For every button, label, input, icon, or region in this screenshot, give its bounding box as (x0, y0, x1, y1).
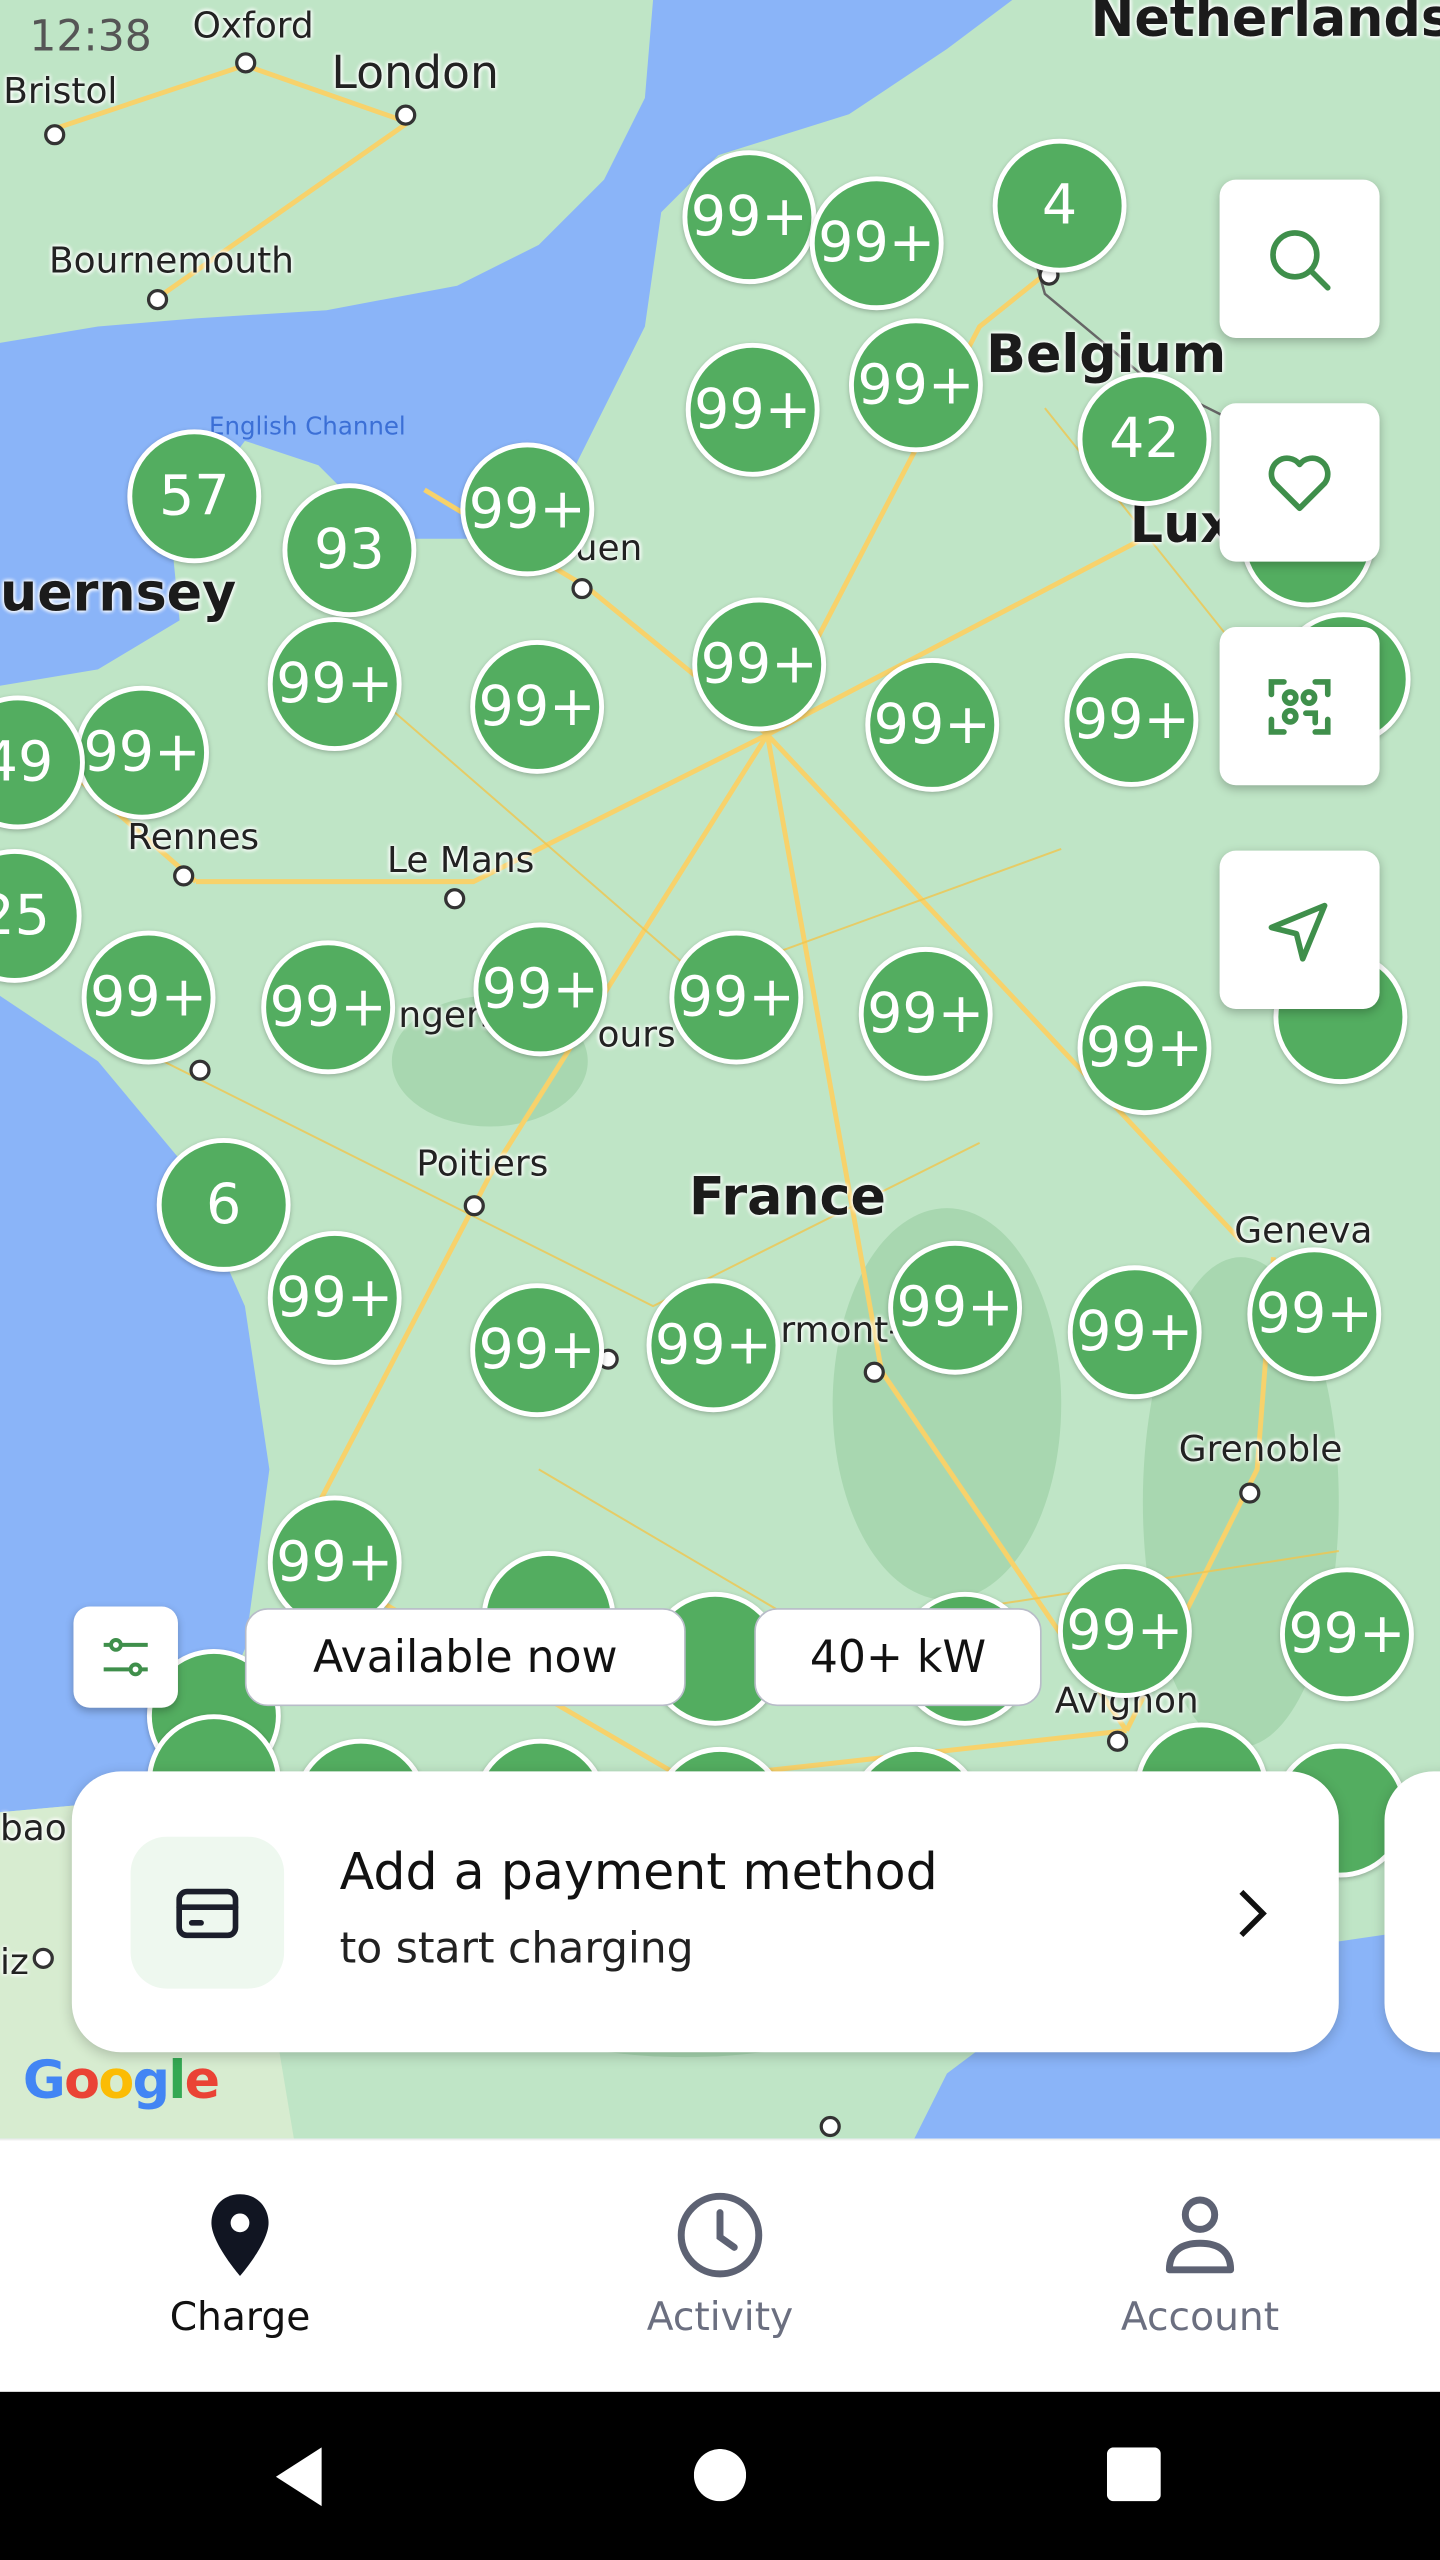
map-cluster[interactable]: 99+ (809, 176, 944, 311)
payment-card-subtitle: to start charging (339, 1924, 694, 1974)
home-icon[interactable] (693, 2448, 747, 2502)
qr-scan-icon (1268, 678, 1331, 734)
map-label-bao: bao (0, 1808, 67, 1850)
map-label-london: London (331, 45, 500, 100)
map-label-geneva: Geneva (1234, 1211, 1373, 1253)
payment-card[interactable]: Add a payment method to start charging (71, 1771, 1339, 2053)
map-cluster[interactable]: 99+ (669, 930, 804, 1065)
city-dot (444, 888, 466, 910)
map-label-poitiers: Poitiers (416, 1144, 549, 1186)
map-cluster[interactable]: 4 (992, 138, 1127, 273)
map-label-rmont-: rmont- (780, 1311, 902, 1352)
map-cluster[interactable]: 99+ (1279, 1567, 1414, 1702)
scan-button[interactable] (1219, 626, 1380, 786)
map-label-oxford: Oxford (192, 6, 314, 48)
payment-card-title: Add a payment method (339, 1843, 938, 1903)
map-cluster[interactable]: 99+ (1247, 1247, 1382, 1382)
map-cluster[interactable]: 99+ (261, 940, 396, 1075)
city-dot (863, 1361, 885, 1383)
map-cluster[interactable]: 99+ (460, 442, 595, 577)
city-dot (1106, 1730, 1129, 1752)
recents-icon[interactable] (1106, 2447, 1161, 2502)
payment-icon-box (130, 1836, 285, 1989)
map-cluster[interactable]: 99+ (1067, 1265, 1202, 1400)
city-dot (463, 1195, 485, 1217)
map-pin-icon (211, 2194, 269, 2276)
map-cluster[interactable]: 99+ (888, 1240, 1023, 1375)
map-cluster[interactable]: 99+ (81, 930, 216, 1065)
map-cluster[interactable]: 99+ (1057, 1564, 1192, 1698)
city-dot (44, 124, 66, 146)
map-label-bournemouth: Bournemouth (48, 241, 294, 283)
city-dot (32, 1947, 54, 1969)
filters-button[interactable] (73, 1606, 178, 1708)
city-dot (571, 577, 593, 600)
system-nav-bar (0, 2391, 1440, 2560)
chip-available-now[interactable]: Available now (244, 1608, 686, 1707)
nav-activity-label: Activity (646, 2293, 794, 2340)
user-icon (1165, 2196, 1235, 2274)
nav-charge[interactable]: Charge (0, 2140, 480, 2393)
map-cluster[interactable]: 99+ (1064, 653, 1199, 787)
map-label-uernsey: uernsey (0, 561, 237, 624)
map-label-bristol: Bristol (3, 71, 118, 113)
map-cluster[interactable]: 99+ (470, 639, 605, 774)
city-dot (146, 288, 169, 311)
map-cluster[interactable]: 99+ (865, 657, 1000, 792)
google-logo: Google (22, 2048, 220, 2112)
city-dot (1239, 1482, 1261, 1504)
status-time: 12:38 (29, 13, 152, 63)
map-label-grenoble: Grenoble (1178, 1430, 1343, 1472)
chevron-right-icon (1239, 1889, 1267, 1938)
city-dot (173, 865, 195, 887)
city-dot (235, 52, 257, 74)
map-cluster[interactable]: 99+ (685, 342, 820, 477)
map-cluster[interactable]: 99+ (682, 150, 817, 285)
map-cluster[interactable]: 99+ (646, 1278, 781, 1413)
map-cluster[interactable]: 99+ (692, 597, 827, 732)
map-cluster[interactable]: 99+ (473, 922, 608, 1057)
favorites-button[interactable] (1219, 403, 1380, 562)
sliders-icon (103, 1638, 148, 1677)
city-dot (189, 1059, 211, 1081)
locate-button[interactable] (1219, 850, 1380, 1009)
map-cluster[interactable]: 99+ (267, 617, 402, 752)
bottom-nav: Charge Activity Account (0, 2138, 1440, 2394)
map-cluster[interactable]: 99+ (1077, 981, 1212, 1116)
map-cluster[interactable]: 42 (1077, 372, 1212, 507)
nav-activity[interactable]: Activity (480, 2140, 960, 2393)
search-button[interactable] (1219, 179, 1380, 338)
clock-icon (677, 2192, 763, 2278)
map-label-le-mans: Le Mans (386, 840, 535, 882)
search-icon (1270, 229, 1331, 290)
next-card-peek[interactable] (1384, 1771, 1440, 2053)
heart-icon (1268, 454, 1331, 511)
map-cluster[interactable]: 99+ (75, 685, 209, 820)
credit-card-icon (176, 1887, 239, 1938)
map-cluster[interactable]: 99+ (267, 1231, 402, 1365)
map-cluster[interactable]: 57 (127, 429, 262, 564)
map-cluster[interactable]: 6 (156, 1137, 291, 1272)
map-label-ours: ours (597, 1015, 676, 1057)
navigation-arrow-icon (1268, 901, 1328, 961)
map-cluster[interactable]: 93 (282, 483, 417, 618)
nav-account[interactable]: Account (960, 2140, 1440, 2393)
chip-40kw[interactable]: 40+ kW (754, 1608, 1042, 1707)
nav-charge-label: Charge (169, 2293, 311, 2340)
map-label-france: France (688, 1165, 886, 1228)
city-dot (395, 104, 417, 126)
map-label-netherlands: Netherlands (1090, 0, 1440, 49)
map-label-iz: iz (0, 1942, 29, 1984)
nav-account-label: Account (1120, 2293, 1280, 2340)
map-cluster[interactable]: 99+ (858, 946, 993, 1081)
map-cluster[interactable]: 99+ (848, 318, 983, 453)
map-label-belgium: Belgium (986, 323, 1227, 386)
back-icon[interactable] (269, 2444, 328, 2509)
city-dot (819, 2115, 841, 2138)
map-label-rennes: Rennes (127, 817, 260, 859)
map-cluster[interactable]: 99+ (470, 1283, 605, 1418)
map-label-english-channel: English Channel (208, 411, 406, 441)
